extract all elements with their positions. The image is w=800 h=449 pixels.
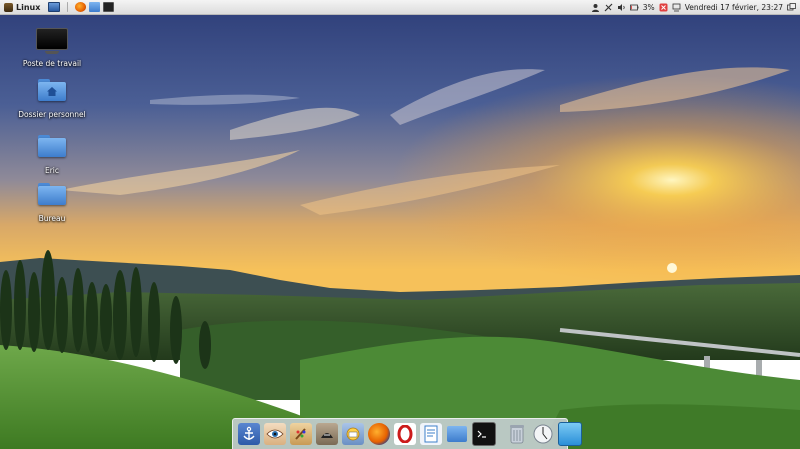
firefox-icon[interactable] bbox=[368, 423, 390, 445]
inkscape-icon[interactable] bbox=[316, 423, 338, 445]
clock[interactable]: Vendredi 17 février, 23:27 bbox=[685, 3, 783, 12]
computer-icon bbox=[36, 28, 68, 56]
distro-logo-icon bbox=[4, 2, 13, 12]
panel-separator bbox=[67, 2, 69, 12]
opera-icon[interactable] bbox=[394, 423, 416, 445]
notification-alert-icon[interactable] bbox=[659, 3, 668, 12]
desktop-wallpaper bbox=[0, 0, 800, 449]
applications-menu-label: Linux bbox=[16, 2, 41, 12]
folder-icon[interactable] bbox=[89, 2, 101, 12]
desktop-icon-home[interactable]: Dossier personnel bbox=[12, 76, 92, 119]
home-folder-icon bbox=[36, 79, 68, 107]
desktop-icon-label: Poste de travail bbox=[22, 59, 82, 68]
clock-icon[interactable] bbox=[532, 423, 554, 445]
desktop-icon-label: Eric bbox=[44, 166, 60, 175]
desktop-icon-label: Bureau bbox=[38, 214, 66, 223]
terminal-icon[interactable] bbox=[472, 422, 496, 446]
desktop-icon-eric[interactable]: Eric bbox=[12, 132, 92, 175]
trash-icon[interactable] bbox=[506, 423, 528, 445]
volume-icon[interactable] bbox=[617, 3, 626, 12]
desktop-icon-label: Dossier personnel bbox=[18, 110, 86, 119]
folder-icon[interactable] bbox=[446, 423, 468, 445]
mail-icon[interactable] bbox=[342, 423, 364, 445]
dock bbox=[232, 418, 582, 449]
eye-icon[interactable] bbox=[264, 423, 286, 445]
network-icon[interactable] bbox=[672, 3, 681, 12]
desktop-icon-computer[interactable]: Poste de travail bbox=[12, 28, 92, 68]
battery-percentage: 3% bbox=[642, 3, 655, 12]
switch-window-icon[interactable] bbox=[787, 3, 796, 12]
folder-icon bbox=[36, 135, 68, 163]
writer-icon[interactable] bbox=[420, 423, 442, 445]
desktop-icon[interactable] bbox=[48, 2, 61, 12]
bluetooth-off-icon[interactable] bbox=[604, 3, 613, 12]
battery-icon[interactable] bbox=[629, 3, 639, 12]
applications-menu-button[interactable]: Linux bbox=[0, 0, 44, 15]
system-tray: 3% Vendredi 17 février, 23:27 bbox=[591, 0, 796, 15]
top-panel: Linux 3% Vendredi 17 février, 23:27 bbox=[0, 0, 800, 15]
anchor-icon[interactable] bbox=[238, 423, 260, 445]
terminal-icon[interactable] bbox=[103, 2, 115, 12]
folder-icon bbox=[36, 183, 68, 211]
show-desktop-icon[interactable] bbox=[558, 422, 582, 446]
firefox-icon[interactable] bbox=[75, 2, 87, 12]
user-icon[interactable] bbox=[591, 3, 600, 12]
paint-icon[interactable] bbox=[290, 423, 312, 445]
quick-launch-bar bbox=[48, 2, 115, 12]
desktop-icon-bureau[interactable]: Bureau bbox=[12, 180, 92, 223]
